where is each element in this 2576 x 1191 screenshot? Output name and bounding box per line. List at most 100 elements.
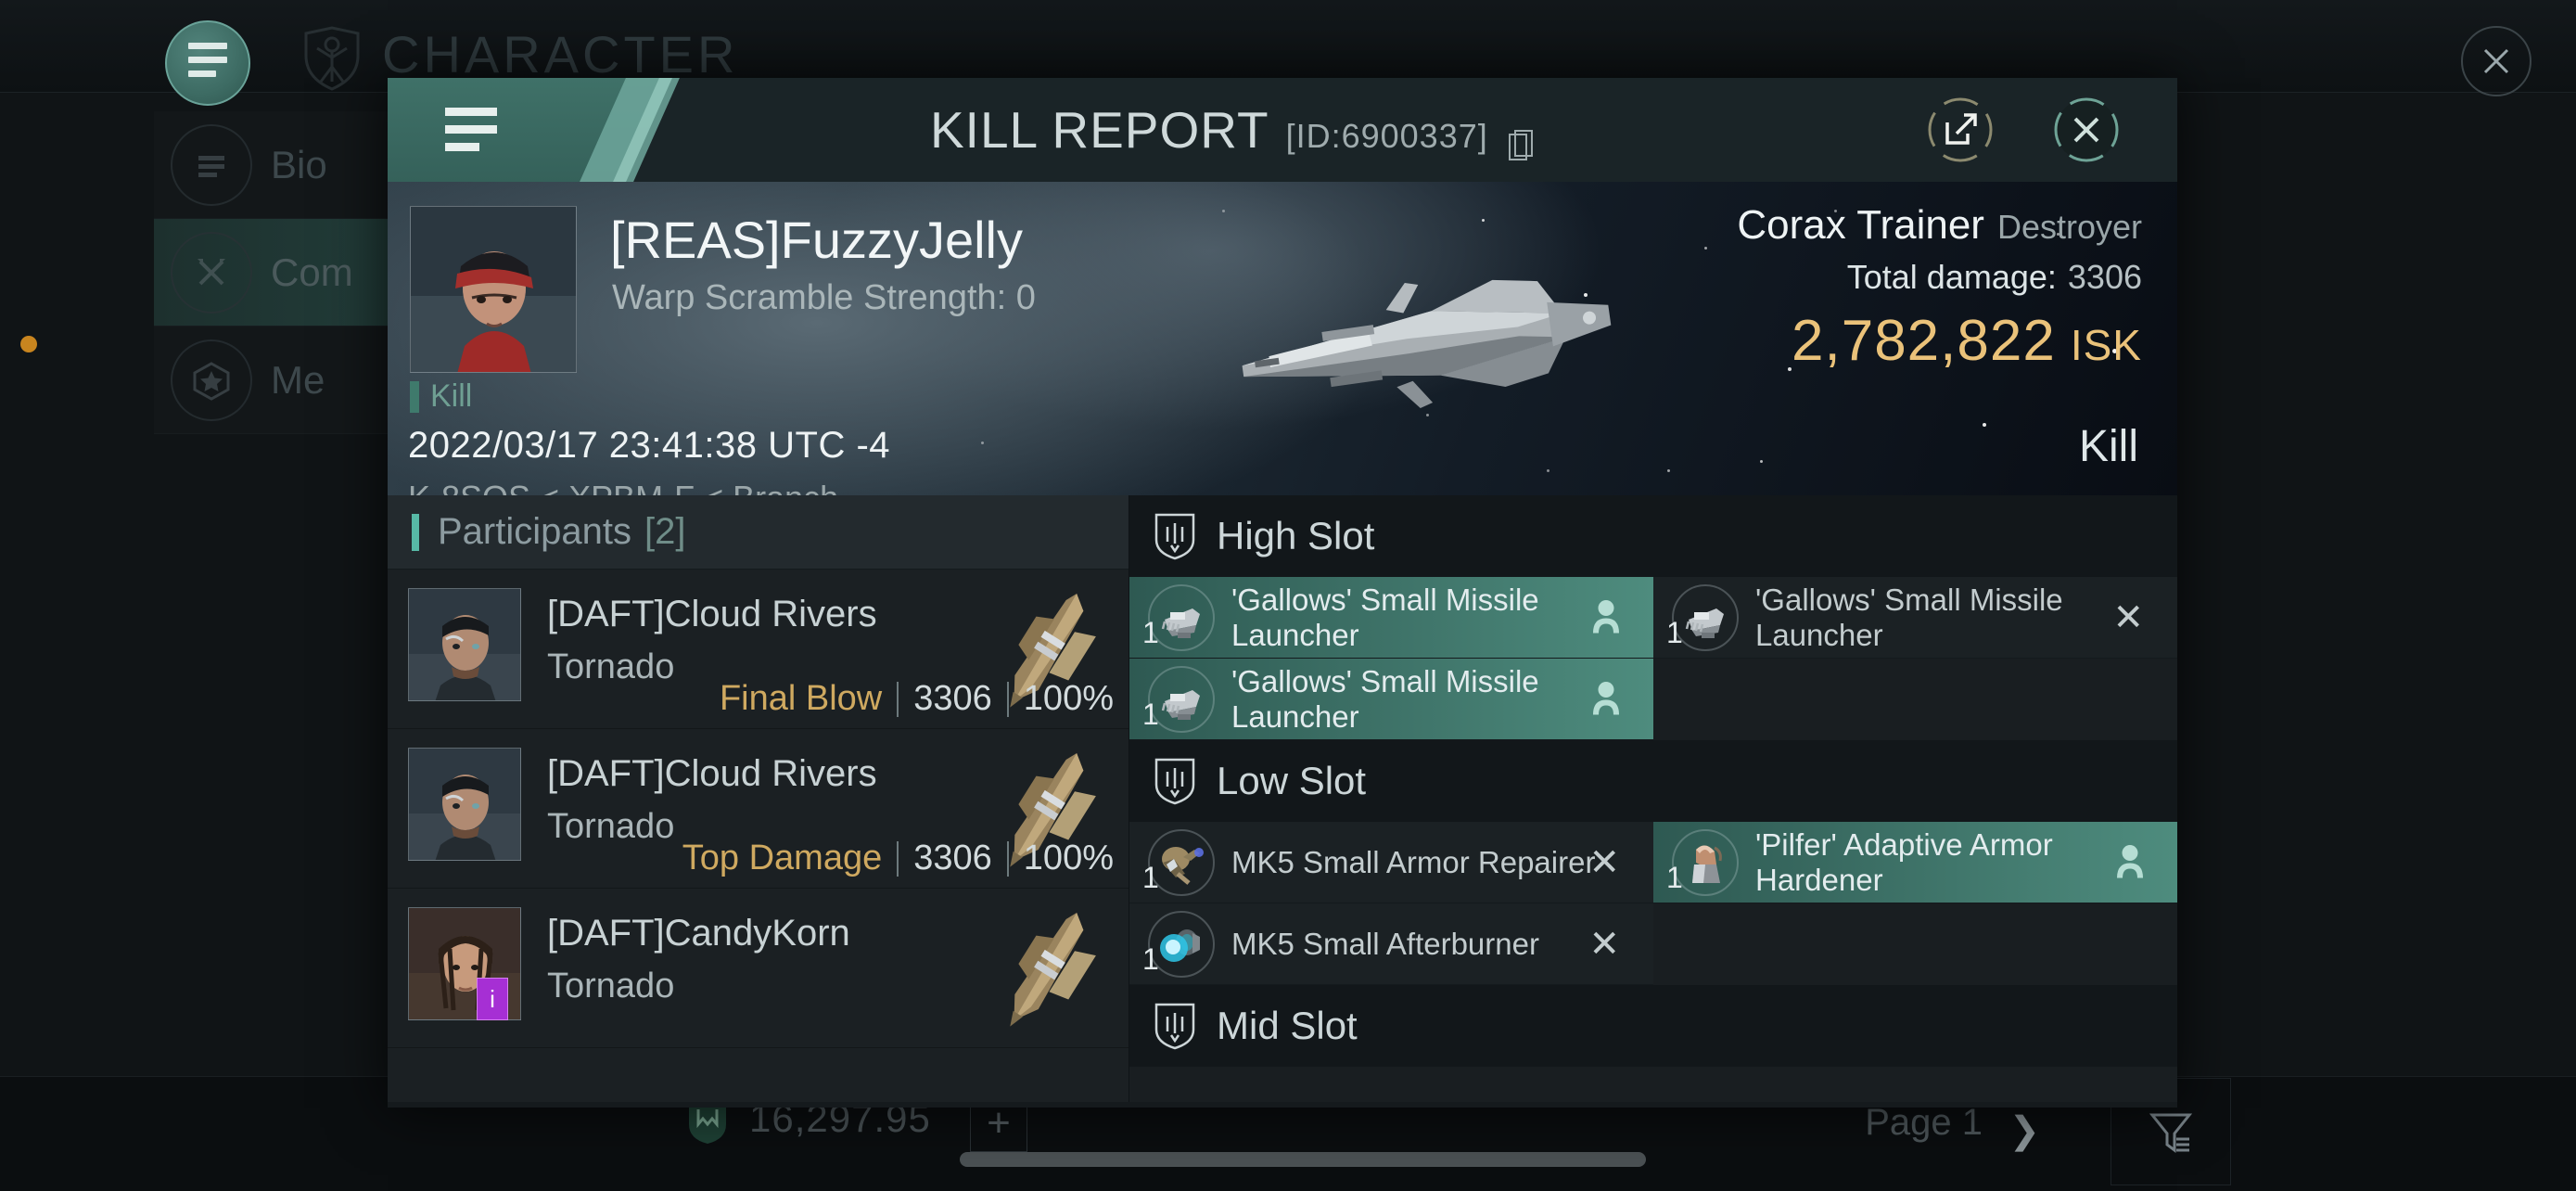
module-name: MK5 Small Afterburner: [1231, 926, 1539, 961]
participants-title: Participants: [438, 511, 631, 552]
tornado-ship-icon: [973, 898, 1121, 1037]
sidebar-item-label: Bio: [271, 142, 327, 186]
module-quantity: 1: [1142, 698, 1159, 731]
divider: [1006, 840, 1009, 877]
participant-name[interactable]: [DAFT]CandyKorn: [547, 913, 850, 954]
module-item[interactable]: 1 MK5 Small Afterburner ✕: [1129, 903, 1653, 985]
x-icon[interactable]: ✕: [2112, 596, 2144, 639]
avatar: [408, 588, 521, 701]
high-slot-header: High Slot: [1129, 495, 2177, 577]
participant-damage: 3306: [913, 839, 992, 877]
kill-report-dialog: KILL REPORT [ID:6900337] [REAS]FuzzyJell…: [388, 78, 2177, 1108]
module-empty-slot: [1653, 903, 2177, 985]
module-name: MK5 Small Armor Repairer: [1231, 844, 1596, 879]
slot-shield-icon: [1154, 758, 1195, 805]
kill-timestamp: 2022/03/17 23:41:38 UTC -4: [408, 425, 891, 466]
person-icon: [1590, 597, 1622, 637]
kill-location: K-8SQS < XPBM-F < Branch: [408, 479, 838, 495]
module-quantity: 1: [1142, 942, 1159, 976]
isk-value-row: 2,782,822 ISK: [1737, 308, 2142, 374]
participants-header: Participants [2]: [388, 495, 1129, 570]
participant-stats: Top Damage 3306 100%: [682, 839, 1114, 878]
participant-damage: 3306: [913, 679, 992, 718]
ship-class: Destroyer: [1996, 208, 2142, 246]
x-icon[interactable]: ✕: [1588, 923, 1620, 966]
table-row[interactable]: [DAFT]Cloud Rivers Tornado: [388, 729, 1129, 889]
low-slot-left-column: 1 MK5 Small Armor Repairer ✕ 1 MK5 Small…: [1129, 822, 1653, 985]
background-hamburger-button[interactable]: [165, 20, 250, 106]
sidebar-item-label: Com: [271, 250, 353, 294]
close-icon: [2483, 48, 2509, 74]
corax-destroyer-render: [1129, 206, 1649, 484]
avatar: [408, 748, 521, 861]
close-dialog-button[interactable]: [2051, 95, 2122, 165]
dialog-title-row: KILL REPORT [ID:6900337]: [930, 100, 1535, 160]
page-title: KILL REPORT: [930, 101, 1269, 159]
dialog-header: KILL REPORT [ID:6900337]: [388, 78, 2177, 182]
dialog-menu-button[interactable]: [445, 108, 497, 160]
divider: [897, 681, 899, 717]
participant-stats: Final Blow 3306 100%: [720, 679, 1114, 719]
participant-name[interactable]: [DAFT]Cloud Rivers: [547, 594, 877, 635]
divider: [1006, 681, 1009, 717]
participant-percent: 100%: [1023, 679, 1114, 718]
info-badge[interactable]: i: [477, 978, 508, 1020]
module-item[interactable]: 1 'Gallows: [1653, 577, 2177, 659]
horizontal-scrollbar[interactable]: [960, 1152, 1646, 1167]
victim-banner: [REAS]FuzzyJelly Warp Scramble Strength:…: [388, 182, 2177, 495]
notification-dot: [20, 336, 37, 352]
warp-scramble-strength: Warp Scramble Strength: 0: [612, 278, 1036, 317]
high-slot-grid: 1 'Gallows' Small Missile Launcher 1 'Ga…: [1129, 577, 2177, 740]
high-slot-left-column: 1 'Gallows' Small Missile Launcher 1 'Ga…: [1129, 577, 1653, 740]
module-item[interactable]: 1 'Gallows: [1129, 659, 1653, 740]
slot-label: Mid Slot: [1217, 1004, 1358, 1047]
module-item[interactable]: 1 'Gallows: [1129, 577, 1653, 659]
victim-ship-summary: Corax Trainer Destroyer Total damage: 3306…: [1737, 202, 2142, 374]
avatar[interactable]: [410, 206, 577, 373]
module-item[interactable]: 1 MK5 Small Armor Repairer ✕: [1129, 822, 1653, 903]
divider: [897, 840, 899, 877]
slot-shield-icon: [1154, 513, 1195, 560]
low-slot-grid: 1 MK5 Small Armor Repairer ✕ 1 MK5 Small…: [1129, 822, 2177, 985]
victim-name[interactable]: [REAS]FuzzyJelly: [610, 210, 1023, 270]
participants-count: [2]: [644, 511, 686, 552]
participant-tag: Final Blow: [719, 679, 883, 718]
kill-tag: Kill: [410, 378, 472, 415]
table-row[interactable]: [DAFT]Cloud Rivers Tornado: [388, 570, 1129, 729]
participant-ship: Tornado: [547, 807, 675, 846]
low-slot-right-column: 1 'Pilfer' Adaptive Armor Hardener: [1653, 822, 2177, 985]
module-quantity: 1: [1666, 861, 1683, 894]
slot-label: Low Slot: [1217, 759, 1367, 802]
participant-tag: Top Damage: [682, 839, 883, 877]
total-damage-row: Total damage: 3306: [1737, 258, 2142, 297]
share-button[interactable]: [1925, 95, 1996, 165]
person-icon: [1590, 679, 1622, 719]
hamburger-icon: [188, 42, 227, 84]
x-icon[interactable]: ✕: [1588, 841, 1620, 884]
isk-unit: ISK: [2070, 321, 2142, 369]
section-accent-bar: [412, 513, 419, 551]
slot-shield-icon: [1154, 1003, 1195, 1050]
total-damage-label: Total damage:: [1846, 258, 2057, 296]
participant-percent: 100%: [1023, 839, 1114, 877]
participant-ship: Tornado: [547, 967, 675, 1005]
person-icon: [2114, 842, 2146, 882]
participants-panel: Participants [2] [DAFT]Cloud Rivers Torn…: [388, 495, 1129, 1102]
participant-ship: Tornado: [547, 647, 675, 686]
total-damage-value: 3306: [2067, 258, 2142, 296]
copy-icon[interactable]: [1508, 114, 1535, 160]
slot-label: High Slot: [1217, 514, 1375, 557]
kill-tag-bar: [410, 380, 419, 413]
isk-value: 2,782,822: [1792, 309, 2056, 373]
low-slot-header: Low Slot: [1129, 740, 2177, 822]
participant-name[interactable]: [DAFT]Cloud Rivers: [547, 753, 877, 795]
mid-slot-header: Mid Slot: [1129, 985, 2177, 1067]
fitting-panel: High Slot 1 'Gallows' Small Missile Laun…: [1129, 495, 2177, 1102]
page-indicator: Page 1: [1865, 1102, 1983, 1143]
module-item[interactable]: 1 'Pilfer' Adaptive Armor Hardener: [1653, 822, 2177, 903]
background-close-button[interactable]: [2461, 26, 2531, 96]
close-x-icon: [2054, 97, 2119, 162]
table-row[interactable]: i [DAFT]CandyKorn Tornado: [388, 889, 1129, 1048]
chevron-right-icon[interactable]: ❯: [2009, 1109, 2040, 1152]
ship-name: Corax Trainer: [1737, 202, 1984, 248]
